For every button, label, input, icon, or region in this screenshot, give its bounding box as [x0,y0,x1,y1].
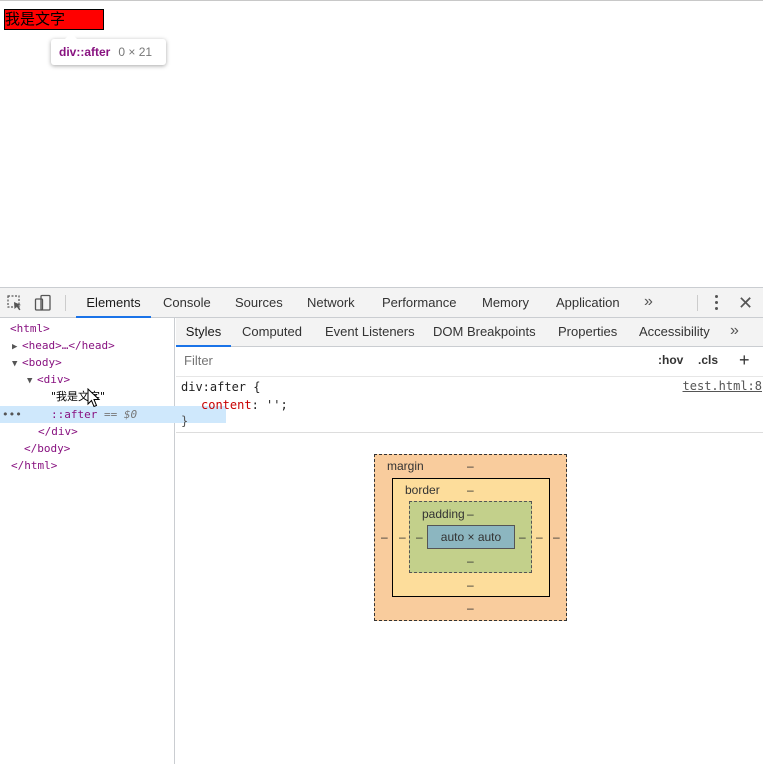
new-style-rule-icon[interactable]: + [739,348,750,372]
border-bottom-value[interactable]: – [467,578,474,592]
rule-close-line: } [181,413,188,430]
hov-toggle[interactable]: :hov [658,353,683,367]
tab-styles[interactable]: Styles [176,318,231,347]
style-rule: div:after { content: ''; } test.html:8 [176,377,763,433]
mouse-cursor-icon [87,388,101,408]
border-right-value[interactable]: – [536,530,543,544]
window-top-border [0,0,763,1]
margin-label: margin [387,459,424,473]
more-sidebar-tabs-icon[interactable]: » [730,317,739,347]
tag-html-open: <html> [10,322,50,335]
tab-performance[interactable]: Performance [382,288,456,318]
kebab-menu-icon[interactable] [713,295,719,311]
dom-node-div[interactable]: ▼ <div> [0,371,202,388]
tab-elements[interactable]: Elements [76,288,151,318]
dom-node-html-close[interactable]: </html> [0,457,186,474]
tab-application[interactable]: Application [556,288,620,318]
tab-dom-breakpoints[interactable]: DOM Breakpoints [433,318,536,347]
tooltip-selector: div::after [59,45,111,59]
red-text-box: 我是文字 [4,9,104,30]
rule-selector[interactable]: div:after [181,380,246,394]
tab-console[interactable]: Console [163,288,211,318]
margin-bottom-value[interactable]: – [467,601,474,615]
dom-node-head[interactable]: ▶ <head>…</head> [0,337,187,354]
tab-sources[interactable]: Sources [235,288,283,318]
property-name[interactable]: content [201,398,252,412]
tab-memory[interactable]: Memory [482,288,529,318]
device-toolbar-icon[interactable] [34,294,52,312]
tab-event-listeners[interactable]: Event Listeners [325,318,415,347]
dom-node-body[interactable]: ▼ <body> [0,354,187,371]
padding-left-value[interactable]: – [416,530,423,544]
devtools-main-toolbar: Elements Console Sources Network Perform… [0,287,763,318]
property-colon: : [251,398,267,412]
tag-div-close: </div> [38,425,78,438]
rule-selector-line: div:after { [181,379,260,396]
dom-node-body-close[interactable]: </body> [0,440,199,457]
toolbar-divider [697,295,698,311]
tab-computed[interactable]: Computed [242,318,302,347]
cls-toggle[interactable]: .cls [698,353,718,367]
node-actions-icon[interactable]: ••• [2,406,22,423]
styles-filter-bar: :hov .cls + [176,347,763,377]
more-tabs-icon[interactable]: » [644,288,653,318]
tag-body-open: <body> [22,356,62,369]
property-value[interactable]: ''; [266,398,288,412]
rule-open-brace: { [246,380,261,394]
inspect-element-icon[interactable] [6,294,24,312]
margin-left-value[interactable]: – [381,530,388,544]
padding-bottom-value[interactable]: – [467,554,474,568]
toolbar-divider [65,295,66,311]
tag-body-close: </body> [24,442,71,455]
close-devtools-icon[interactable]: ✕ [738,293,753,313]
tab-network[interactable]: Network [307,288,355,318]
tag-head: <head>…</head> [22,339,115,352]
margin-right-value[interactable]: – [553,530,560,544]
element-tooltip: div::after 0 × 21 [51,33,166,65]
pseudo-after: ::after [51,408,98,421]
padding-top-value[interactable]: – [467,507,474,521]
tab-accessibility[interactable]: Accessibility [639,318,710,347]
box-model-diagram: auto × auto margin – – – – border – – – … [374,454,567,621]
box-model-content[interactable]: auto × auto [427,525,515,549]
filter-input[interactable] [184,353,484,368]
rule-close-brace: } [181,414,189,428]
margin-top-value[interactable]: – [467,459,474,473]
selected-ref: == $0 [103,408,138,421]
border-left-value[interactable]: – [399,530,406,544]
rule-declaration[interactable]: content: ''; [201,397,288,414]
dom-tree-panel: <html> ▶ <head>…</head> ▼ <body> ▼ <div> "我… [0,318,226,764]
source-link[interactable]: test.html:8 [683,379,762,393]
padding-right-value[interactable]: – [519,530,526,544]
tab-properties[interactable]: Properties [558,318,617,347]
tooltip-size: 0 × 21 [118,45,153,59]
tag-html-close: </html> [11,459,58,472]
dom-node-html[interactable]: <html> [0,320,185,337]
border-label: border [405,483,440,497]
padding-label: padding [422,507,465,521]
border-top-value[interactable]: – [467,483,474,497]
tag-div-open: <div> [37,373,71,386]
sidebar-tabs: Styles Computed Event Listeners DOM Brea… [176,318,763,347]
